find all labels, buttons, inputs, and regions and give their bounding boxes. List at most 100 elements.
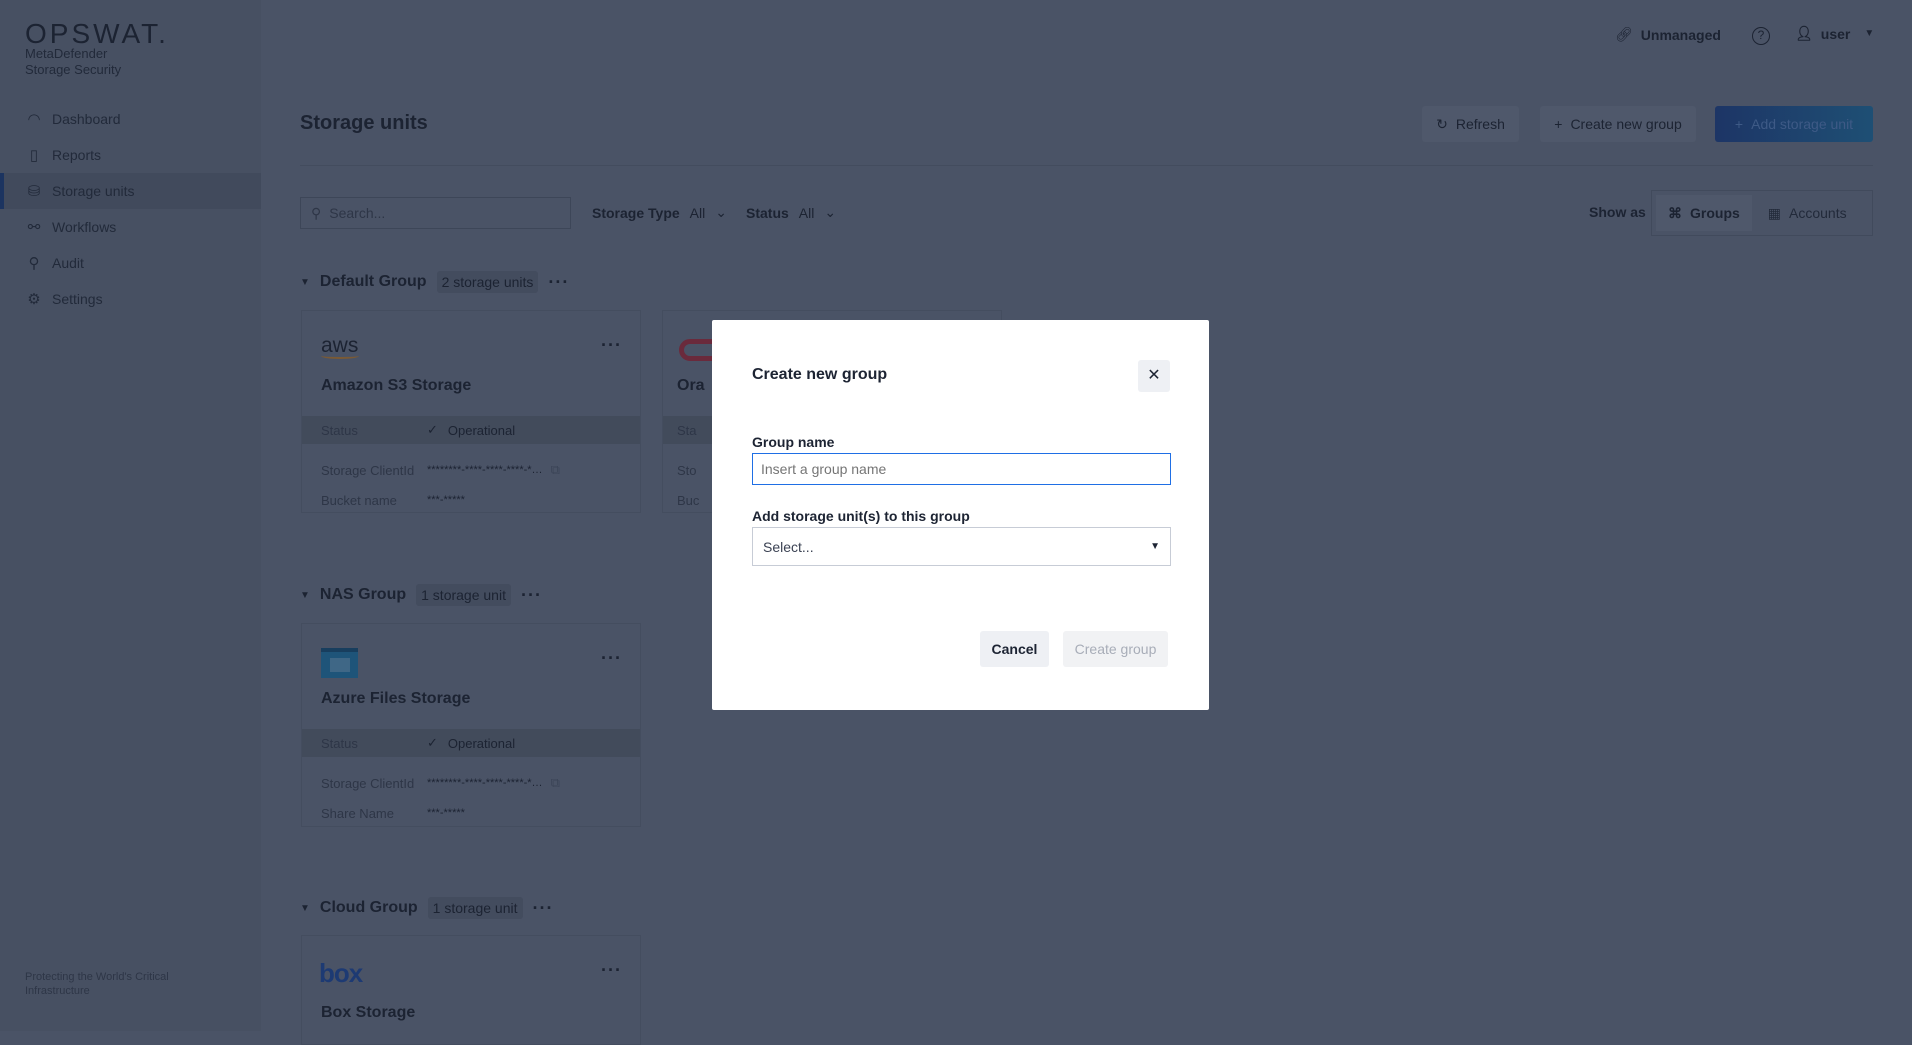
group-name-label: Group name [752,434,835,450]
user-menu[interactable]: 👤︎ user ▼ [1795,25,1874,42]
status-value: Operational [447,735,516,751]
check-icon: ✓ [427,735,438,750]
filter-label: Status [746,204,789,221]
create-group-label: Create new group [1570,116,1682,132]
sidebar-item-label: Dashboard [52,111,121,127]
storage-card[interactable]: ··· Azure Files Storage Status ✓ Operation… [301,623,641,827]
group-name: Default Group [319,273,427,290]
help-icon[interactable]: ? [1752,27,1770,45]
accounts-label: Accounts [1789,205,1847,221]
caret-down-icon: ▼ [1864,28,1875,39]
card-title: Amazon S3 Storage [321,377,472,394]
groups-icon: ⌘ [1668,204,1682,221]
caret-down-icon: ▼ [300,589,310,601]
client-id-row: Storage ClientId ********-****-****-****-… [302,456,640,484]
divider [300,165,1873,166]
search-input[interactable]: ⚲ Search... [300,197,571,229]
create-group-dialog: Create new group ✕ Group name Add storag… [712,320,1209,710]
sidebar-item-storage-units[interactable]: ⛁ Storage units [0,173,261,209]
more-icon[interactable]: ··· [548,272,569,293]
caret-down-icon: ▼ [300,902,310,914]
group-name-input[interactable] [752,453,1171,485]
refresh-label: Refresh [1455,116,1505,132]
close-icon[interactable]: ✕ [1138,360,1170,392]
more-icon[interactable]: ··· [601,648,622,669]
row-key: Status [321,735,358,751]
show-as-label: Show as [1589,204,1646,220]
group-header-cloud[interactable]: ▼ Cloud Group 1 storage unit ··· [300,897,554,919]
sidebar-item-reports[interactable]: ▯ Reports [0,137,261,173]
cancel-button[interactable]: Cancel [980,631,1049,667]
storage-type-filter[interactable]: Storage Type All ⌄ [592,204,727,221]
status-value: Operational [447,422,516,438]
unmanaged-label: Unmanaged [1640,26,1721,43]
sidebar-item-audit[interactable]: ⚲ Audit [0,245,261,281]
user-name: user [1820,25,1851,42]
select-placeholder: Select... [763,538,814,555]
row-value: ********-****-****-****-*… [427,464,543,476]
client-id-row: Storage ClientId ********-****-****-****-… [302,769,640,797]
storage-card[interactable]: aws ··· Amazon S3 Storage Status ✓ Operati… [301,310,641,513]
row-key: Status [321,422,358,438]
search-icon: ⚲ [311,204,322,221]
card-title: Box Storage [321,1004,416,1021]
sidebar-item-settings[interactable]: ⚙ Settings [0,281,261,317]
units-label: Add storage unit(s) to this group [752,508,970,524]
more-icon[interactable]: ··· [521,585,542,606]
workflow-icon: ⚯ [27,219,41,236]
footer-tagline: Protecting the World's Critical Infrastr… [25,971,169,997]
group-count-badge: 1 storage unit [427,897,523,919]
create-group-button[interactable]: Create group [1063,631,1168,667]
status-filter[interactable]: Status All ⌄ [746,204,836,221]
storage-card[interactable]: box ··· Box Storage [301,935,641,1045]
chevron-down-icon: ⌄ [715,204,727,220]
row-value: ***-***** [427,807,465,819]
sidebar-item-label: Reports [52,147,102,163]
create-new-group-button[interactable]: + Create new group [1540,106,1696,142]
grid-icon: ▦ [1767,204,1782,221]
add-storage-unit-button[interactable]: + Add storage unit [1715,106,1873,142]
more-icon[interactable]: ··· [533,898,554,919]
refresh-button[interactable]: ↻ Refresh [1422,106,1519,142]
product-line-2: Storage Security [25,62,122,77]
unmanaged-link[interactable]: 🔗︎ Unmanaged [1615,26,1721,43]
product-line-1: MetaDefender [25,46,108,61]
storage-units-select[interactable]: Select... ▼ [752,527,1171,566]
view-toggle: ⌘ Groups ▦ Accounts [1651,190,1873,236]
row-key: Storage ClientId [321,775,415,791]
copy-icon[interactable]: ⧉ [551,775,560,791]
link-icon: 🔗︎ [1615,26,1633,42]
view-groups-button[interactable]: ⌘ Groups [1656,195,1752,231]
group-count-badge: 1 storage unit [416,584,511,606]
group-header-nas[interactable]: ▼ NAS Group 1 storage unit ··· [300,584,542,606]
plus-icon: + [1734,116,1744,132]
filter-label: Storage Type [592,204,680,221]
sidebar-item-workflows[interactable]: ⚯ Workflows [0,209,261,245]
sidebar-item-label: Audit [52,255,84,271]
more-icon[interactable]: ··· [601,335,622,356]
filter-value: All [798,204,815,221]
view-accounts-button[interactable]: ▦ Accounts [1756,195,1859,231]
filter-value: All [689,204,706,221]
sidebar-item-label: Workflows [52,219,117,235]
bucket-row: Bucket name ***-***** [302,486,640,514]
page-title: Storage units [300,112,428,134]
azure-files-logo [321,648,358,678]
refresh-icon: ↻ [1436,115,1448,132]
clipboard-icon: ▯ [29,147,39,164]
card-title: Azure Files Storage [321,690,471,707]
copy-icon[interactable]: ⧉ [551,462,560,478]
chevron-down-icon: ⌄ [824,204,837,220]
product-name: MetaDefender Storage Security [25,46,121,78]
row-key: Share Name [321,805,394,821]
gauge-icon: ◠ [27,111,41,128]
plus-icon: + [1554,116,1563,132]
more-icon[interactable]: ··· [601,960,622,981]
sidebar-item-dashboard[interactable]: ◠ Dashboard [0,101,261,137]
group-name: NAS Group [319,586,407,603]
row-key: Storage ClientId [321,462,415,478]
audit-icon: ⚲ [28,255,40,272]
group-header-default[interactable]: ▼ Default Group 2 storage units ··· [300,271,569,293]
sidebar-item-label: Storage units [52,183,135,199]
search-placeholder: Search... [329,205,386,221]
